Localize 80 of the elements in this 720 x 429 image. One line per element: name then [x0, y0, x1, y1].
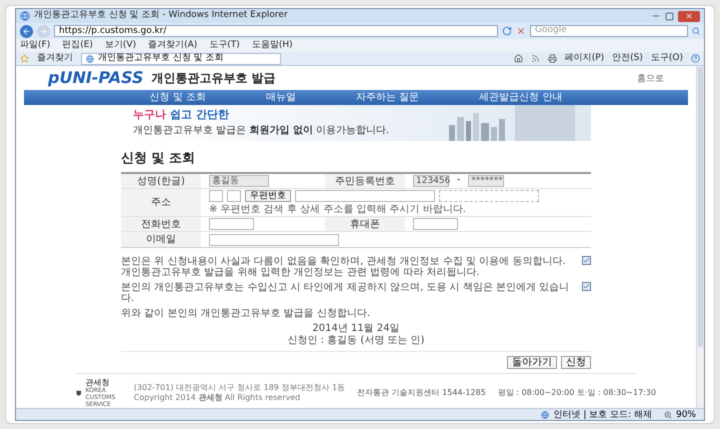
name-field[interactable]: 홍길동 — [209, 175, 269, 187]
agreement-checkbox[interactable] — [582, 282, 591, 291]
zip-search-button[interactable]: 우편번호 — [245, 190, 291, 202]
menu-item[interactable]: 도움말(H) — [252, 38, 293, 52]
application-date: 2014년 11월 24일 — [312, 323, 400, 335]
back-button[interactable] — [20, 24, 33, 38]
email-field[interactable] — [209, 234, 339, 246]
globe-icon — [86, 54, 94, 62]
agreement-text: 본인은 위 신청내용이 사실과 다름이 없음을 확인하며, 관세청 개인정보 수집 및 이용에 동의합니다. 개인통관고유부호 발급을 위해 입력한 개인정보는 관련 법령에 따라 처리됩니다. — [121, 256, 567, 278]
page-title: 신청 및 조회 — [121, 150, 196, 168]
search-icon[interactable] — [692, 27, 700, 35]
address-note: ※ 우편번호 검색 후 상세 주소를 입력해 주시기 바랍니다. — [209, 204, 467, 215]
site-heading: 개인통관고유부호 발급 — [152, 70, 276, 86]
zoom-level[interactable]: 90% — [676, 410, 696, 420]
field-label: 휴대폰 — [350, 218, 380, 232]
mobile-field[interactable] — [413, 218, 458, 230]
favorites-button[interactable]: 즐겨찾기 — [37, 52, 73, 66]
footer-copyright: Copyright 2014 관세청 All Rights reserved — [134, 393, 302, 403]
feed-icon[interactable] — [530, 54, 540, 63]
footer-support: 전자통관 기술지원센터 1544-1285 — [357, 387, 486, 399]
declaration-text: 위와 같이 본인의 개인통관고유부호 발급을 신청합니다. — [121, 308, 372, 319]
menu-item[interactable]: 도구(T) — [209, 38, 240, 52]
nav-item[interactable]: 매뉴얼 — [266, 90, 296, 104]
menu-item[interactable]: 즐겨찾기(A) — [148, 38, 198, 52]
window-title: 개인통관고유부호 신청 및 조회 - Windows Internet Explorer — [34, 9, 289, 22]
field-label: 성명(한글) — [137, 174, 185, 188]
menu-item[interactable]: 편집(E) — [62, 38, 93, 52]
field-label: 주소 — [151, 196, 171, 210]
help-icon[interactable] — [691, 54, 700, 63]
field-label: 전화번호 — [141, 218, 181, 232]
maximize-icon[interactable] — [665, 12, 674, 20]
print-icon[interactable] — [548, 54, 557, 63]
form-button[interactable]: 신청 — [561, 356, 591, 369]
footer-address: (302-701) 대전광역시 서구 청사로 189 정부대전청사 1동 — [134, 383, 346, 393]
scrollbar[interactable] — [696, 66, 704, 408]
zip-field[interactable] — [227, 190, 241, 202]
command-button[interactable]: 페이지(P) — [564, 52, 604, 66]
home-link[interactable]: 홈으로 — [637, 73, 664, 86]
star-icon[interactable] — [20, 54, 29, 63]
banner-accent: 누구나 — [133, 106, 166, 123]
browser-tab[interactable]: 개인통관고유부호 신청 및 조회 — [81, 52, 281, 64]
applicant-text: 신청인 : 홍길동 (서명 또는 인) — [287, 335, 425, 347]
address-field[interactable] — [295, 190, 435, 202]
separator-text: - — [457, 174, 460, 188]
forward-arrow-icon — [39, 26, 48, 36]
menu-item[interactable]: 파일(F) — [20, 38, 50, 52]
agreement-checkbox[interactable] — [582, 256, 591, 265]
close-button[interactable] — [678, 10, 700, 22]
globe-icon — [541, 410, 550, 418]
rrn-front-field[interactable]: 123456 — [413, 175, 449, 187]
back-arrow-icon — [22, 26, 31, 36]
browser-logo-icon — [20, 11, 30, 21]
field-label: 주민등록번호 — [335, 174, 395, 188]
agreement-text: 본인의 개인통관고유부호는 수입신고 시 타인에게 제공하지 않으며, 도용 시 책임은 본인에게 있습니다. — [121, 282, 570, 304]
command-button[interactable]: 도구(O) — [650, 52, 683, 66]
menu-item[interactable]: 보기(V) — [104, 38, 136, 52]
phone-field[interactable] — [209, 218, 254, 230]
zoom-icon — [664, 410, 672, 418]
rrn-back-field[interactable]: ******* — [468, 175, 504, 187]
banner-headline: 쉽고 간단한 — [170, 106, 229, 123]
nav-item[interactable]: 자주하는 질문 — [356, 90, 420, 104]
form-button[interactable]: 돌아가기 — [507, 356, 557, 369]
home-icon[interactable] — [514, 54, 523, 63]
banner-subtitle: 개인통관고유부호 발급은 회원가입 없이 이용가능합니다. — [133, 124, 390, 138]
security-zone: 인터넷 | 보호 모드: 해제 — [553, 410, 652, 420]
footer-hours: 평일 : 08:00~20:00 토·일 : 08:30~17:30 — [498, 387, 656, 399]
detail-address-field[interactable] — [439, 190, 539, 202]
stop-icon[interactable] — [516, 26, 526, 36]
command-button[interactable]: 안전(S) — [612, 52, 643, 66]
address-field[interactable]: https://p.customs.go.kr/ — [54, 25, 498, 37]
footer-org: 관세청 — [85, 378, 110, 387]
nav-item[interactable]: 세관발급신청 안내 — [479, 90, 562, 104]
nav-item[interactable]: 신청 및 조회 — [150, 90, 206, 104]
site-logo[interactable]: pUNI-PASS — [48, 68, 144, 86]
zip-field[interactable] — [209, 190, 223, 202]
refresh-icon[interactable] — [502, 26, 512, 36]
city-skyline-drawing — [447, 110, 507, 140]
photo-placeholder — [515, 104, 575, 140]
close-icon — [685, 12, 693, 20]
field-label: 이메일 — [146, 233, 176, 247]
